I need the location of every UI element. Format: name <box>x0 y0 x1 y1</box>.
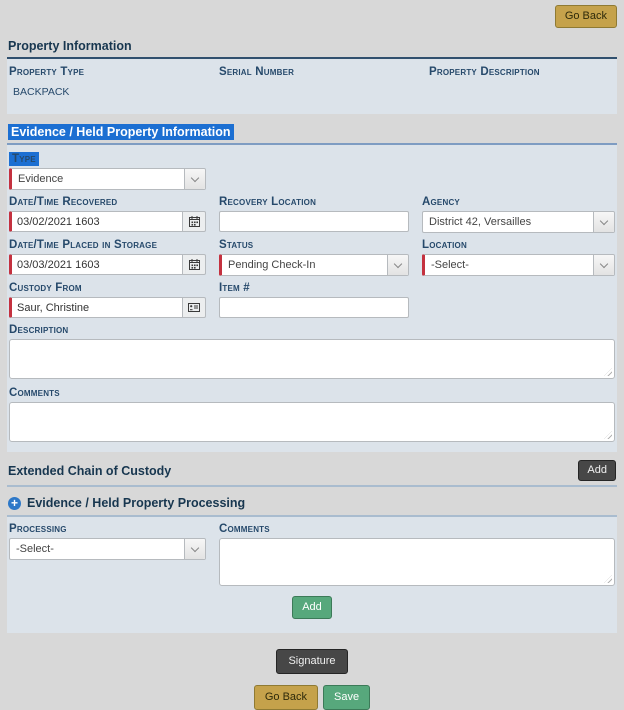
status-select-value: Pending Check-In <box>222 255 387 275</box>
go-back-button-top[interactable]: Go Back <box>555 5 617 28</box>
status-label: Status <box>219 239 253 251</box>
custody-from-label: Custody From <box>9 282 82 294</box>
serial-number-column-header: Serial Number <box>219 66 419 78</box>
location-label: Location <box>422 239 467 251</box>
signature-button[interactable]: Signature <box>276 649 347 674</box>
chevron-down-icon <box>184 539 205 559</box>
processing-comments-label: Comments <box>219 523 270 535</box>
description-label: Description <box>9 324 68 336</box>
property-type-column-header: Property Type <box>9 66 209 78</box>
evidence-info-header: Evidence / Held Property Information <box>7 120 617 145</box>
property-type-value: BACKPACK <box>9 86 209 98</box>
calendar-icon[interactable] <box>183 254 206 275</box>
contact-card-icon[interactable] <box>183 297 206 318</box>
save-button[interactable]: Save <box>323 685 370 710</box>
processing-select-value: -Select- <box>10 539 184 559</box>
type-select-value: Evidence <box>12 169 184 189</box>
chevron-down-icon <box>387 255 408 275</box>
date-recovered-input[interactable] <box>9 211 183 232</box>
processing-label: Processing <box>9 523 67 535</box>
processing-select[interactable]: -Select- <box>9 538 206 560</box>
extended-chain-add-button[interactable]: Add <box>578 460 616 481</box>
top-bar: Go Back <box>7 0 617 34</box>
agency-select[interactable]: District 42, Versailles <box>422 211 615 233</box>
type-label: Type <box>9 152 39 166</box>
chevron-down-icon <box>593 255 614 275</box>
processing-form: Processing -Select- Comments Add <box>7 517 617 633</box>
custody-from-input[interactable] <box>9 297 183 318</box>
item-number-input[interactable] <box>219 297 409 318</box>
chevron-down-icon <box>593 212 614 232</box>
calendar-icon[interactable] <box>183 211 206 232</box>
processing-header[interactable]: + Evidence / Held Property Processing <box>7 487 617 517</box>
description-textarea[interactable] <box>9 339 615 379</box>
processing-comments-textarea[interactable] <box>219 538 615 586</box>
extended-chain-header: Extended Chain of Custody Add <box>7 452 617 487</box>
evidence-info-title: Evidence / Held Property Information <box>8 124 234 140</box>
location-select-value: -Select- <box>425 255 593 275</box>
go-back-button-bottom[interactable]: Go Back <box>254 685 318 710</box>
recovery-location-label: Recovery Location <box>219 196 316 208</box>
comments-textarea[interactable] <box>9 402 615 442</box>
comments-label: Comments <box>9 387 60 399</box>
processing-title: Evidence / Held Property Processing <box>27 496 245 510</box>
status-select[interactable]: Pending Check-In <box>219 254 409 276</box>
footer: Signature Go Back Save <box>7 649 617 710</box>
property-information-title: Property Information <box>8 39 132 53</box>
recovery-location-input[interactable] <box>219 211 409 232</box>
item-number-label: Item # <box>219 282 250 294</box>
evidence-property-form-page: Go Back Property Information Property Ty… <box>0 0 624 710</box>
date-storage-input[interactable] <box>9 254 183 275</box>
property-information-header: Property Information <box>7 34 617 59</box>
agency-select-value: District 42, Versailles <box>423 212 593 232</box>
date-storage-label: Date/Time Placed in Storage <box>9 239 157 251</box>
agency-label: Agency <box>422 196 460 208</box>
date-recovered-label: Date/Time Recovered <box>9 196 117 208</box>
location-select[interactable]: -Select- <box>422 254 615 276</box>
property-information-table: Property Type BACKPACK Serial Number Pro… <box>7 59 617 114</box>
extended-chain-title: Extended Chain of Custody <box>8 464 171 478</box>
evidence-info-form: Type Evidence Date/Time Recovered R <box>7 145 617 452</box>
plus-circle-icon[interactable]: + <box>8 497 21 510</box>
property-description-column-header: Property Description <box>429 66 615 78</box>
processing-add-button[interactable]: Add <box>292 596 332 619</box>
chevron-down-icon <box>184 169 205 189</box>
type-select[interactable]: Evidence <box>9 168 206 190</box>
